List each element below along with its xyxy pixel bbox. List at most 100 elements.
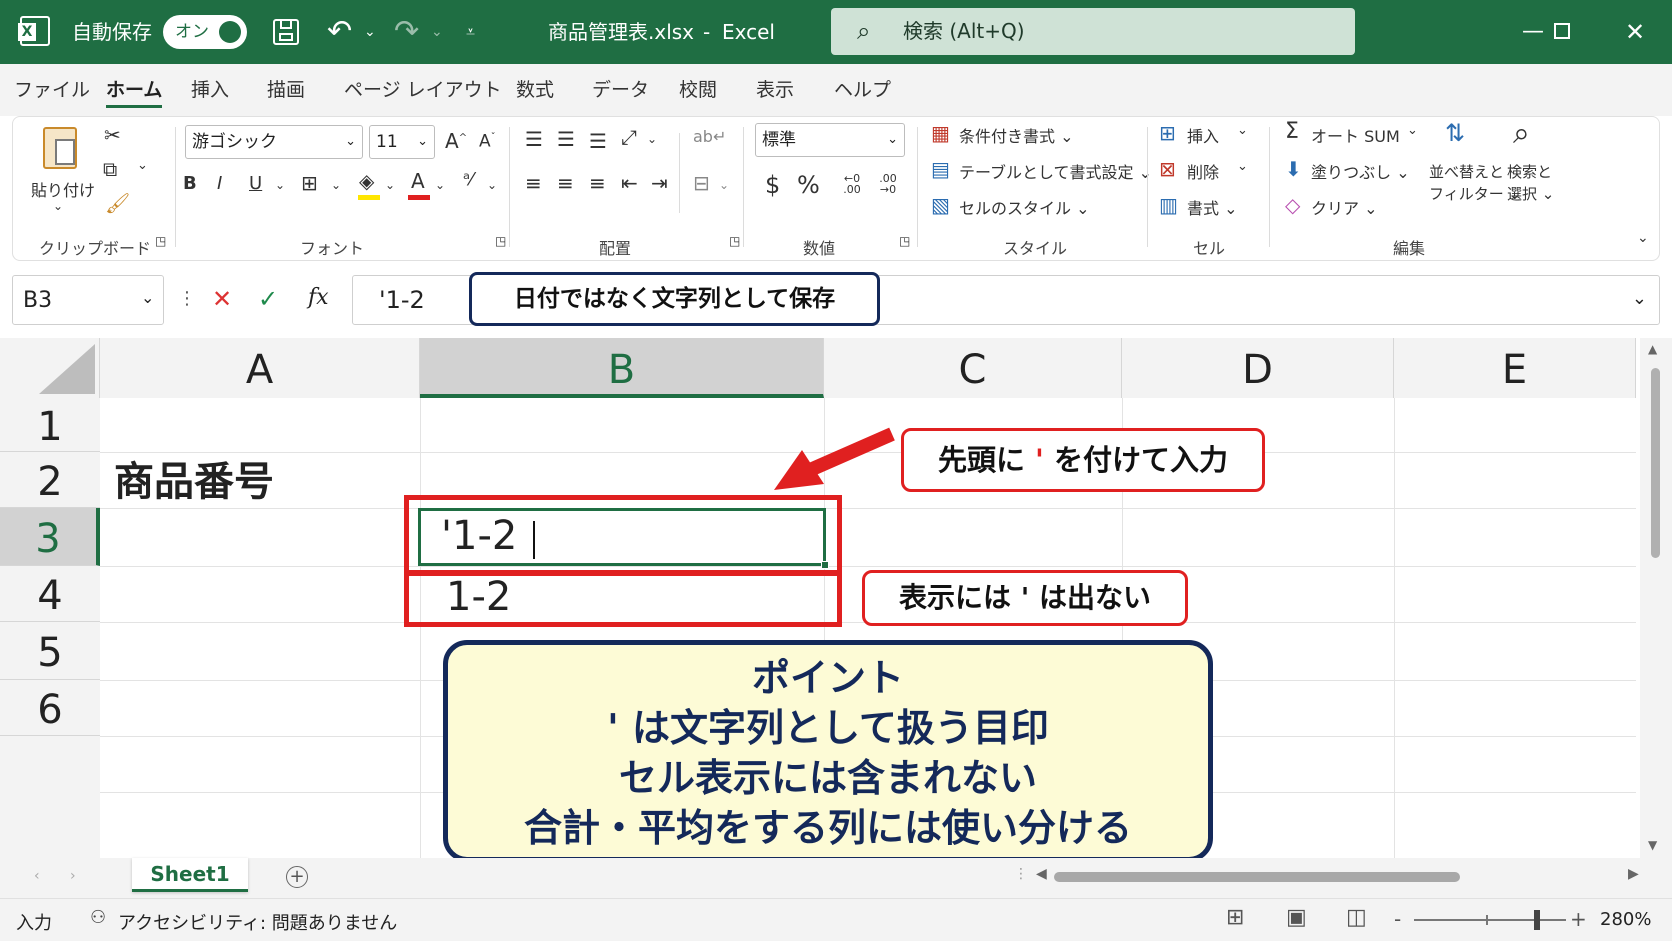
- row-header-4[interactable]: 4: [0, 566, 100, 622]
- tab-view[interactable]: 表示: [756, 64, 794, 116]
- tab-insert[interactable]: 挿入: [191, 64, 229, 116]
- row-header-3[interactable]: 3: [0, 508, 100, 566]
- delete-cells-button[interactable]: 削除: [1187, 159, 1219, 183]
- align-bottom-icon[interactable]: ☰: [589, 131, 607, 151]
- conditional-format-button[interactable]: 条件付き書式 ⌄: [959, 123, 1074, 147]
- find-select-button-line1[interactable]: 検索と: [1507, 161, 1552, 182]
- customize-qat-icon[interactable]: ⩡: [466, 0, 475, 64]
- scroll-right-icon[interactable]: ▶: [1628, 866, 1639, 882]
- row-header-1[interactable]: 1: [0, 398, 100, 452]
- tab-review[interactable]: 校閲: [679, 64, 717, 116]
- align-left-icon[interactable]: ≡: [525, 173, 542, 193]
- decrease-indent-icon[interactable]: ⇤: [621, 173, 638, 193]
- phonetic-icon[interactable]: ᵃ⁄: [463, 171, 473, 189]
- copy-dropdown-icon[interactable]: ⌄: [137, 159, 148, 172]
- scroll-up-icon[interactable]: ▲: [1648, 342, 1657, 356]
- column-header-a[interactable]: A: [100, 338, 420, 398]
- horizontal-scroll-thumb[interactable]: [1054, 872, 1460, 882]
- column-header-d[interactable]: D: [1122, 338, 1394, 398]
- insert-cells-button[interactable]: 挿入: [1187, 123, 1219, 147]
- phonetic-dropdown-icon[interactable]: ⌄: [487, 179, 497, 191]
- search-box[interactable]: ⌕ 検索 (Alt+Q): [831, 8, 1355, 55]
- align-top-icon[interactable]: ☰: [525, 129, 543, 149]
- font-launcher-icon[interactable]: ◳: [495, 235, 506, 247]
- shrink-font-icon[interactable]: Aˇ: [479, 133, 496, 151]
- tab-draw[interactable]: 描画: [267, 64, 305, 116]
- redo-dropdown-icon[interactable]: ⌄: [431, 0, 443, 64]
- column-header-e[interactable]: E: [1394, 338, 1636, 398]
- orientation-icon[interactable]: ⤢: [621, 127, 637, 147]
- align-middle-icon[interactable]: ☰: [557, 129, 575, 149]
- format-as-table-button[interactable]: テーブルとして書式設定 ⌄: [959, 159, 1152, 183]
- next-sheet-icon[interactable]: ›: [70, 868, 76, 884]
- cancel-entry-icon[interactable]: ✕: [212, 285, 232, 313]
- copy-icon[interactable]: ⧉: [103, 159, 117, 179]
- paste-dropdown-icon[interactable]: ⌄: [53, 199, 63, 213]
- name-box[interactable]: B3 ⌄: [12, 275, 164, 325]
- vertical-scroll-thumb[interactable]: [1651, 368, 1660, 558]
- zoom-in-button[interactable]: +: [1570, 907, 1587, 931]
- save-icon[interactable]: [273, 19, 299, 45]
- wrap-text-icon[interactable]: ab↵: [693, 129, 726, 145]
- italic-button[interactable]: I: [217, 175, 222, 193]
- orientation-dropdown-icon[interactable]: ⌄: [647, 133, 657, 145]
- autosave-toggle[interactable]: オン: [163, 15, 247, 49]
- align-center-icon[interactable]: ≡: [557, 173, 574, 193]
- find-select-button-line2[interactable]: 選択 ⌄: [1507, 183, 1554, 204]
- autosum-dropdown-icon[interactable]: ⌄: [1407, 123, 1418, 138]
- tab-home[interactable]: ホーム: [106, 64, 163, 116]
- scroll-left-icon[interactable]: ◀: [1036, 866, 1047, 882]
- confirm-entry-icon[interactable]: ✓: [258, 285, 278, 313]
- borders-icon[interactable]: ⊞: [301, 173, 318, 193]
- close-window-icon[interactable]: ✕: [1625, 0, 1645, 64]
- increase-indent-icon[interactable]: ⇥: [651, 173, 668, 193]
- tab-formulas[interactable]: 数式: [516, 64, 554, 116]
- grow-font-icon[interactable]: A^: [445, 131, 467, 151]
- format-painter-icon[interactable]: 🖌: [105, 193, 130, 213]
- bold-button[interactable]: B: [183, 175, 197, 193]
- paste-icon[interactable]: [43, 127, 77, 169]
- redo-icon[interactable]: ↷: [394, 0, 419, 64]
- tab-help[interactable]: ヘルプ: [834, 64, 891, 116]
- borders-dropdown-icon[interactable]: ⌄: [331, 179, 341, 191]
- normal-view-icon[interactable]: ⊞: [1226, 905, 1244, 930]
- insert-function-icon[interactable]: fx: [308, 285, 329, 310]
- accessibility-status[interactable]: アクセシビリティ: 問題ありません: [118, 909, 397, 935]
- accessibility-icon[interactable]: ⚇: [90, 907, 106, 928]
- clear-button[interactable]: クリア ⌄: [1311, 195, 1378, 219]
- expand-formula-bar-icon[interactable]: ⌄: [1632, 288, 1647, 309]
- tab-data[interactable]: データ: [592, 64, 649, 116]
- undo-dropdown-icon[interactable]: ⌄: [364, 0, 376, 64]
- alignment-launcher-icon[interactable]: ◳: [729, 235, 740, 247]
- delete-cells-dropdown-icon[interactable]: ⌄: [1237, 159, 1248, 174]
- font-size-select[interactable]: 11 ⌄: [369, 125, 435, 159]
- paste-button[interactable]: 貼り付け: [31, 177, 95, 201]
- font-color-icon[interactable]: A: [411, 171, 425, 191]
- fill-color-dropdown-icon[interactable]: ⌄: [385, 179, 395, 191]
- collapse-ribbon-icon[interactable]: ⌄: [1637, 231, 1649, 245]
- scroll-down-icon[interactable]: ▼: [1648, 838, 1657, 852]
- sort-filter-button-line1[interactable]: 並べ替えと: [1429, 161, 1504, 182]
- zoom-out-button[interactable]: -: [1394, 907, 1401, 931]
- restore-icon[interactable]: [1554, 23, 1570, 39]
- minimize-icon[interactable]: —: [1522, 0, 1544, 64]
- cell-styles-button[interactable]: セルのスタイル ⌄: [959, 195, 1090, 219]
- align-right-icon[interactable]: ≡: [589, 173, 606, 193]
- row-header-2[interactable]: 2: [0, 452, 100, 508]
- insert-cells-dropdown-icon[interactable]: ⌄: [1237, 123, 1248, 138]
- autosum-button[interactable]: オート SUM: [1311, 123, 1400, 147]
- column-header-b[interactable]: B: [420, 338, 824, 398]
- sheet-tab-sheet1[interactable]: Sheet1: [132, 858, 248, 892]
- formula-bar-grip-icon[interactable]: ⋮: [178, 288, 196, 309]
- vertical-scrollbar[interactable]: ▲ ▼: [1640, 338, 1672, 858]
- row-header-6[interactable]: 6: [0, 680, 100, 736]
- currency-button[interactable]: $: [765, 173, 780, 197]
- increase-decimal-button[interactable]: ←0 .00: [839, 173, 865, 195]
- underline-button[interactable]: U: [249, 175, 262, 193]
- row-header-5[interactable]: 5: [0, 622, 100, 680]
- tab-file[interactable]: ファイル: [14, 64, 90, 116]
- decrease-decimal-button[interactable]: .00 →0: [875, 173, 901, 195]
- font-color-dropdown-icon[interactable]: ⌄: [435, 179, 445, 191]
- zoom-slider[interactable]: [1414, 910, 1566, 930]
- percent-button[interactable]: %: [797, 173, 820, 197]
